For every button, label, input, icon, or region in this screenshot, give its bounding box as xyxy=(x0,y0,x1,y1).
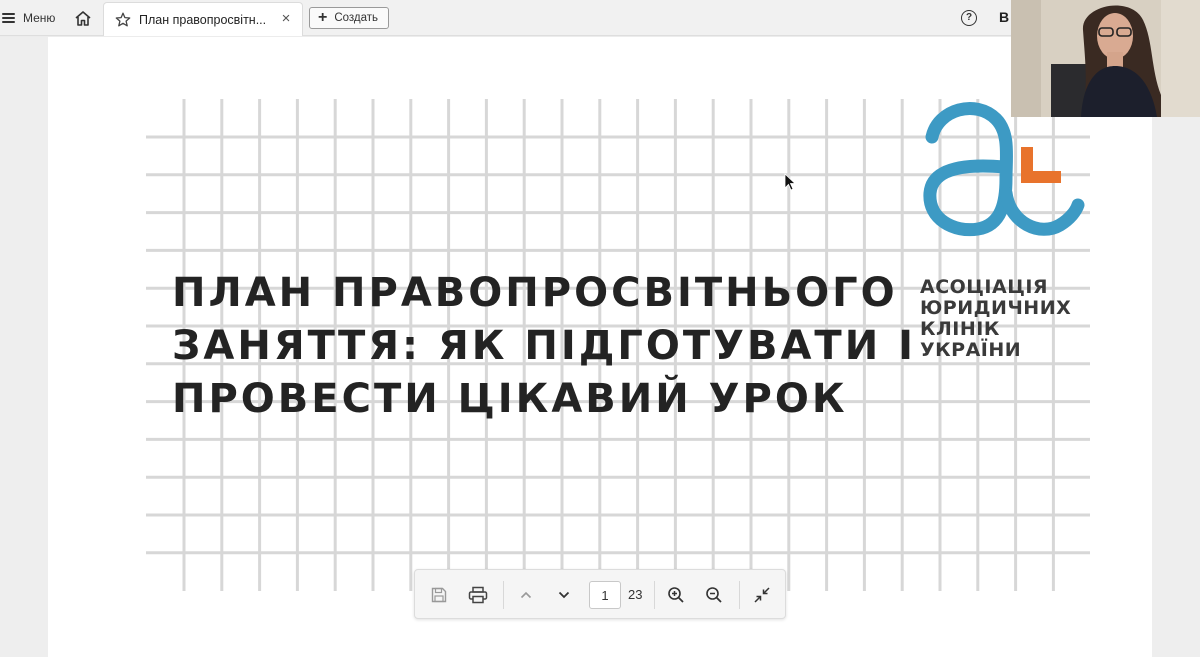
logo-text-line: УКРАЇНИ xyxy=(920,339,1022,361)
create-button[interactable]: + Создать xyxy=(309,7,389,29)
collapse-icon xyxy=(754,587,770,603)
zoom-out-button[interactable] xyxy=(702,583,726,607)
toolbar-separator xyxy=(503,581,504,609)
next-page-button[interactable] xyxy=(552,583,576,607)
page-total: 23 xyxy=(628,587,643,602)
presenter-video-image xyxy=(1011,0,1200,117)
chevron-up-icon xyxy=(520,591,532,599)
zoom-in-button[interactable] xyxy=(664,583,688,607)
page-number-input[interactable] xyxy=(589,581,621,609)
exit-fullscreen-button[interactable] xyxy=(750,583,774,607)
tab-close-button[interactable]: × xyxy=(278,11,294,27)
user-menu-button[interactable]: В xyxy=(999,9,1009,25)
logo-text: АСОЦІАЦІЯ ЮРИДИЧНИХ КЛІНІК УКРАЇНИ xyxy=(920,277,1120,361)
zoom-in-icon xyxy=(668,587,684,603)
mouse-cursor xyxy=(784,173,796,191)
tab-title: План правопросвітн... xyxy=(139,12,267,27)
create-label: Создать xyxy=(334,12,379,24)
slide-title-line: ПРОВЕСТИ ЦІКАВИЙ УРОК xyxy=(172,376,848,422)
star-icon xyxy=(115,12,131,26)
print-button[interactable] xyxy=(466,583,490,607)
save-button[interactable] xyxy=(427,583,451,607)
plus-icon: + xyxy=(318,9,328,26)
document-tab[interactable]: План правопросвітн... × xyxy=(103,2,303,36)
help-button[interactable]: ? xyxy=(961,10,977,26)
menu-icon xyxy=(2,13,15,23)
slide-page: ПЛАН ПРАВОПРОСВІТНЬОГО ЗАНЯТТЯ: ЯК ПІДГО… xyxy=(48,37,1152,657)
favorite-button[interactable] xyxy=(114,11,132,29)
document-viewer: ПЛАН ПРАВОПРОСВІТНЬОГО ЗАНЯТТЯ: ЯК ПІДГО… xyxy=(0,37,1200,657)
previous-page-button[interactable] xyxy=(514,583,538,607)
zoom-out-icon xyxy=(706,587,722,603)
home-icon xyxy=(75,10,91,26)
menu-button[interactable]: Меню xyxy=(0,7,55,29)
logo-text-line: ЮРИДИЧНИХ xyxy=(920,297,1072,319)
slide-title-line: ЗАНЯТТЯ: ЯК ПІДГОТУВАТИ І xyxy=(172,323,916,369)
logo-text-line: КЛІНІК xyxy=(920,318,1000,340)
pdf-toolbar: 23 xyxy=(414,569,786,619)
print-icon xyxy=(468,586,488,604)
toolbar-separator xyxy=(739,581,740,609)
association-logo xyxy=(923,102,1085,237)
menu-label: Меню xyxy=(23,11,56,25)
chevron-down-icon xyxy=(558,591,570,599)
home-button[interactable] xyxy=(72,8,94,28)
logo-text-line: АСОЦІАЦІЯ xyxy=(920,276,1049,298)
toolbar-separator xyxy=(654,581,655,609)
save-icon xyxy=(431,587,447,603)
webcam-video xyxy=(1011,0,1200,117)
slide-title-line: ПЛАН ПРАВОПРОСВІТНЬОГО xyxy=(172,270,898,316)
slide-title: ПЛАН ПРАВОПРОСВІТНЬОГО ЗАНЯТТЯ: ЯК ПІДГО… xyxy=(172,267,916,426)
